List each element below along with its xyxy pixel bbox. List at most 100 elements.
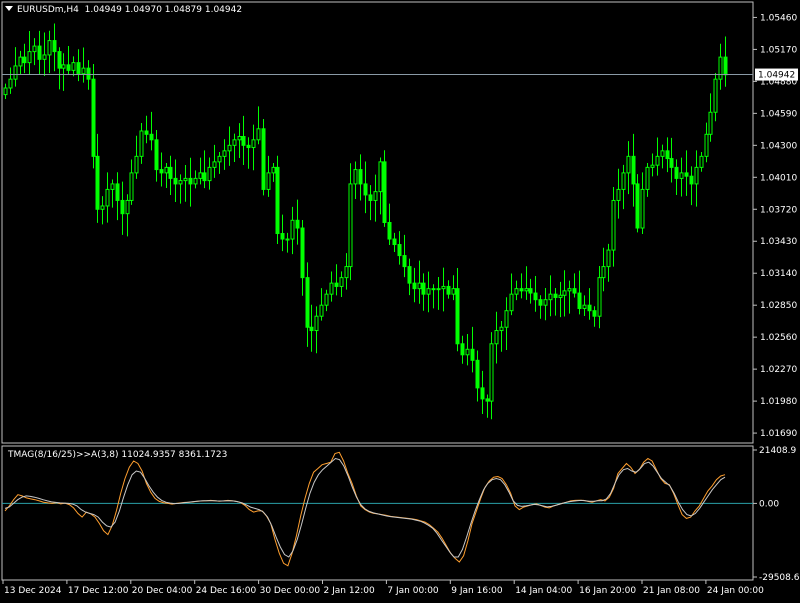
candle-body xyxy=(86,67,91,80)
price-axis-label: 1.05170 xyxy=(760,45,797,55)
candle-body xyxy=(314,315,319,332)
price-axis-label: 1.03720 xyxy=(760,205,797,215)
candle-body xyxy=(494,330,499,345)
candle-body xyxy=(470,348,475,361)
chart-canvas[interactable]: 1.04942 1.054601.051701.048801.045901.04… xyxy=(0,0,800,600)
symbol-name: EURUSDm,H4 xyxy=(17,5,79,15)
candle-body xyxy=(207,166,212,182)
candle-body xyxy=(669,158,674,168)
candle-body xyxy=(723,56,728,76)
candle-body xyxy=(694,166,699,185)
price-axis-label: 1.03430 xyxy=(760,237,797,247)
candle-body xyxy=(538,299,543,306)
candle-body xyxy=(202,172,207,182)
candle-body xyxy=(543,299,548,306)
dropdown-triangle-icon[interactable] xyxy=(5,6,13,11)
candle-body xyxy=(149,133,154,141)
candle-body xyxy=(115,183,120,201)
candle-body xyxy=(626,155,631,174)
time-axis-label: 20 Dec 04:00 xyxy=(132,586,193,596)
candle-body xyxy=(280,233,285,240)
price-axis-label: 1.02850 xyxy=(760,301,797,311)
candle-body xyxy=(635,183,640,229)
candle-body xyxy=(412,282,417,290)
candle-body xyxy=(232,139,237,146)
candle-body xyxy=(193,177,198,185)
candle-body xyxy=(621,172,626,190)
candle-body xyxy=(426,288,431,295)
candle-body xyxy=(587,304,592,312)
candle-body xyxy=(397,244,402,257)
candle-body xyxy=(689,175,694,185)
indicator-axis-label: -29508.6 xyxy=(759,573,800,583)
candle-body xyxy=(684,172,689,177)
ohlc-values: 1.04949 1.04970 1.04879 1.04942 xyxy=(84,5,243,15)
candle-body xyxy=(129,172,134,201)
chart-window[interactable]: 1.04942 1.05460 1.05170 1.04880 1.04590 1.04… xyxy=(0,0,800,600)
candle-body xyxy=(601,266,606,279)
candle-body xyxy=(95,155,100,210)
candle-body xyxy=(436,288,441,291)
candle-body xyxy=(344,266,349,279)
candle-body xyxy=(212,161,217,168)
candle-body xyxy=(660,150,665,157)
candle-body xyxy=(407,266,412,284)
candle-body xyxy=(421,282,426,295)
candle-body xyxy=(81,67,86,75)
candle-body xyxy=(665,150,670,160)
candle-body xyxy=(76,62,81,75)
candle-body xyxy=(674,166,679,179)
candle-body xyxy=(37,45,42,60)
candle-body xyxy=(271,166,276,174)
price-axis-label: 1.05460 xyxy=(760,13,797,23)
indicator-axis-label: 21408.9 xyxy=(759,446,796,456)
price-axis-label: 1.03140 xyxy=(760,269,797,279)
time-axis-label: 13 Dec 2024 xyxy=(4,586,62,596)
candle-body xyxy=(446,285,451,295)
candle-body xyxy=(164,166,169,174)
candle-body xyxy=(514,288,519,295)
candle-body xyxy=(241,136,246,146)
candle-body xyxy=(32,45,37,53)
candle-body xyxy=(222,150,227,157)
candle-body xyxy=(718,56,723,80)
candle-body xyxy=(100,205,105,210)
candle-body xyxy=(91,78,96,157)
candle-body xyxy=(451,288,456,295)
candle-body xyxy=(8,78,13,89)
candle-body xyxy=(173,177,178,185)
candle-body xyxy=(528,288,533,294)
candle-body xyxy=(183,177,188,182)
candle-body xyxy=(485,398,490,402)
candle-body xyxy=(548,293,553,301)
candle-body xyxy=(572,288,577,294)
candle-body xyxy=(679,172,684,179)
candle-body xyxy=(616,188,621,201)
price-axis-label: 1.02560 xyxy=(760,333,797,343)
candle-body xyxy=(392,238,397,246)
symbol-header[interactable]: EURUSDm,H4 1.04949 1.04970 1.04879 1.049… xyxy=(5,5,242,15)
candle-body xyxy=(504,310,509,328)
candle-body xyxy=(655,155,660,166)
candle-body xyxy=(553,293,558,298)
candle-body xyxy=(66,64,71,71)
time-axis-label: 2 Jan 12:00 xyxy=(324,586,376,596)
candle-body xyxy=(159,169,164,174)
time-axis-label: 21 Jan 08:00 xyxy=(643,586,700,596)
price-axis-label: 1.01980 xyxy=(760,397,797,407)
candle-body xyxy=(475,359,480,389)
candle-body xyxy=(713,78,718,113)
candle-body xyxy=(105,188,110,207)
candle-body xyxy=(519,288,524,292)
candle-body xyxy=(120,199,125,215)
candle-body xyxy=(582,304,587,309)
candle-body xyxy=(558,294,563,298)
time-axis-label: 16 Jan 20:00 xyxy=(579,586,636,596)
candle-body xyxy=(524,288,529,292)
time-axis-label: 17 Dec 12:00 xyxy=(68,586,129,596)
candle-body xyxy=(489,343,494,402)
indicator-axis-label: 0.00 xyxy=(759,499,779,509)
candle-body xyxy=(567,288,572,292)
candle-body xyxy=(18,56,23,67)
candle-body xyxy=(3,87,8,96)
